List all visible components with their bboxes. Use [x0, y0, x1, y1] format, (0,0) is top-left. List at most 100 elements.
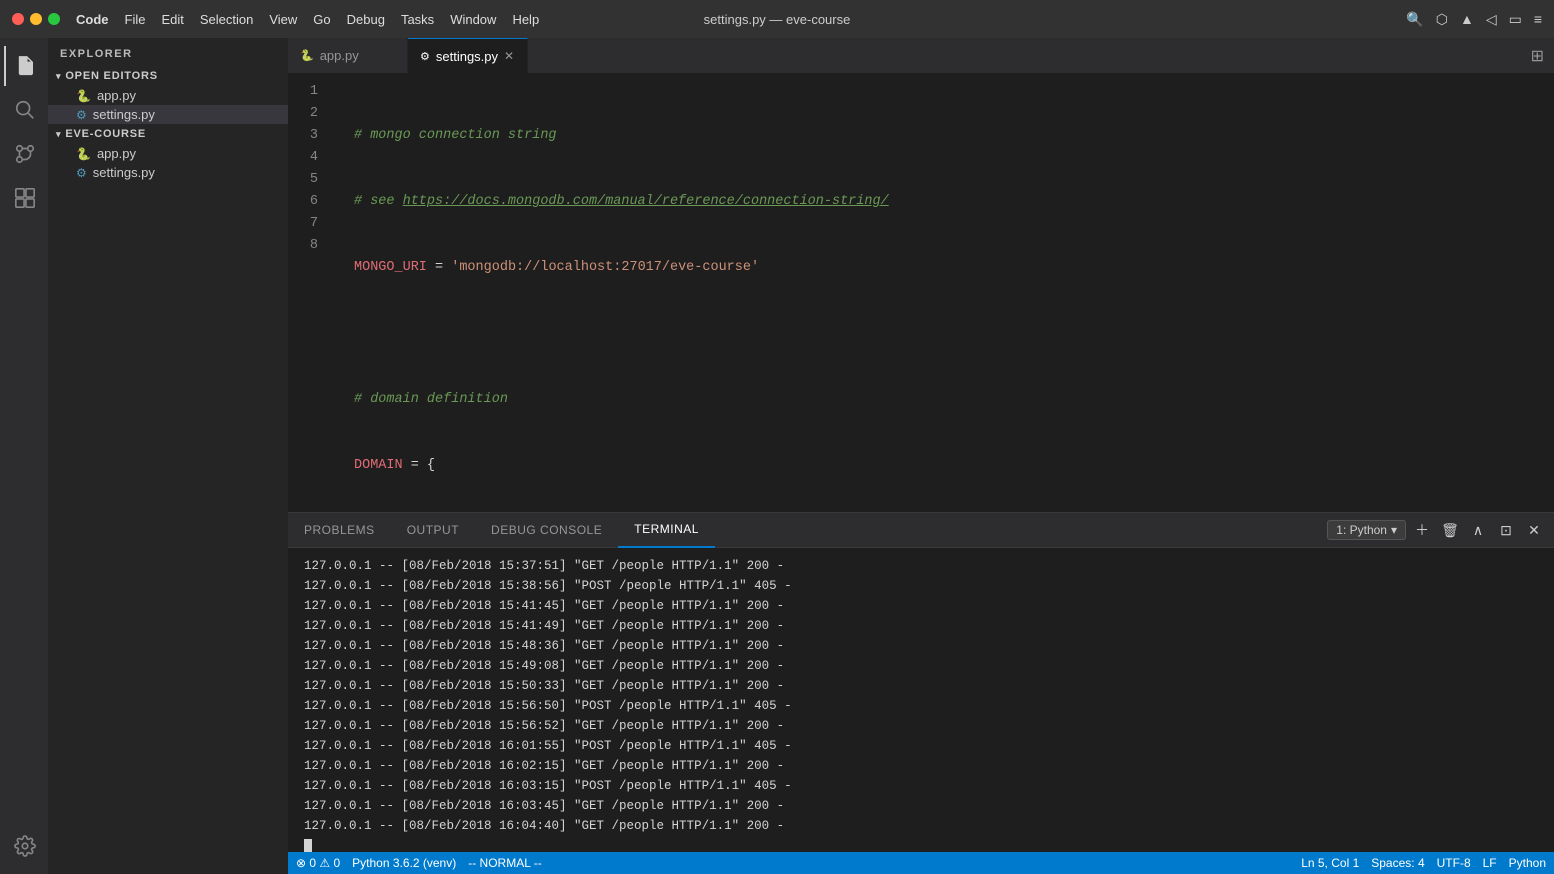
open-editors-label: OPEN EDITORS	[65, 70, 158, 82]
settings-activity-icon[interactable]	[4, 826, 44, 866]
menu-debug[interactable]: Debug	[347, 12, 385, 27]
menu-help[interactable]: Help	[512, 12, 539, 27]
status-vim-mode: -- NORMAL --	[468, 856, 542, 870]
eve-course-app-py[interactable]: 🐍 app.py	[48, 144, 288, 163]
sidebar-header: EXPLORER	[48, 38, 288, 66]
py-file-icon-2: 🐍	[76, 147, 91, 161]
terminal-line-13: 127.0.0.1 -- [08/Feb/2018 16:03:45] "GET…	[304, 796, 1538, 816]
menu-window[interactable]: Window	[450, 12, 496, 27]
menu-icon[interactable]: ≡	[1534, 11, 1542, 27]
wifi-icon: ▲	[1460, 11, 1474, 27]
panel-tab-terminal[interactable]: TERMINAL	[618, 513, 715, 548]
tab-app-py-label: app.py	[320, 48, 359, 63]
tab-app-py[interactable]: 🐍 app.py	[288, 38, 408, 73]
search-icon[interactable]: 🔍	[1406, 11, 1423, 28]
expand-panel-button[interactable]: ∧	[1466, 518, 1490, 542]
main-layout: EXPLORER ▾ OPEN EDITORS 🐍 app.py ⚙ setti…	[0, 38, 1554, 874]
terminal-line-12: 127.0.0.1 -- [08/Feb/2018 16:03:15] "POS…	[304, 776, 1538, 796]
settings-file-icon: ⚙	[76, 108, 87, 122]
editor-content[interactable]: 1 2 3 4 5 6 7 8 # mongo connection strin…	[288, 73, 1554, 512]
window-title: settings.py — eve-course	[704, 12, 851, 27]
split-editor-button[interactable]: ⊞	[1521, 38, 1554, 73]
open-editor-app-py-label: app.py	[97, 88, 136, 103]
trash-terminal-button[interactable]: 🗑	[1438, 518, 1462, 542]
bluetooth-icon: ⬡	[1436, 11, 1448, 28]
status-encoding[interactable]: UTF-8	[1437, 856, 1471, 870]
menu-go[interactable]: Go	[313, 12, 330, 27]
terminal-prompt	[304, 836, 1538, 852]
close-settings-tab[interactable]: ✕	[504, 49, 514, 63]
terminal-line-2: 127.0.0.1 -- [08/Feb/2018 15:38:56] "POS…	[304, 576, 1538, 596]
terminal-line-11: 127.0.0.1 -- [08/Feb/2018 16:02:15] "GET…	[304, 756, 1538, 776]
open-editor-settings-py-label: settings.py	[93, 107, 155, 122]
terminal-line-6: 127.0.0.1 -- [08/Feb/2018 15:49:08] "GET…	[304, 656, 1538, 676]
line-num-8: 8	[288, 235, 338, 257]
status-line-endings[interactable]: LF	[1483, 856, 1497, 870]
status-python-version[interactable]: Python 3.6.2 (venv)	[352, 856, 456, 870]
terminal-content[interactable]: 127.0.0.1 -- [08/Feb/2018 15:37:51] "GET…	[288, 548, 1554, 852]
eve-course-arrow: ▾	[56, 129, 61, 140]
titlebar: Code File Edit Selection View Go Debug T…	[0, 0, 1554, 38]
line-numbers: 1 2 3 4 5 6 7 8	[288, 73, 338, 512]
code-line-2: # see https://docs.mongodb.com/manual/re…	[354, 191, 1554, 213]
eve-course-settings-py[interactable]: ⚙ settings.py	[48, 163, 288, 182]
eve-course-label: EVE-COURSE	[65, 128, 146, 140]
panel-tab-problems[interactable]: PROBLEMS	[288, 513, 391, 548]
terminal-selector-label: 1: Python	[1336, 523, 1387, 537]
panel-tab-bar: PROBLEMS OUTPUT DEBUG CONSOLE TERMINAL 1…	[288, 513, 1554, 548]
menu-selection[interactable]: Selection	[200, 12, 253, 27]
menu-code[interactable]: Code	[76, 12, 109, 27]
status-language[interactable]: Python	[1509, 856, 1546, 870]
terminal-line-7: 127.0.0.1 -- [08/Feb/2018 15:50:33] "GET…	[304, 676, 1538, 696]
menu-file[interactable]: File	[125, 12, 146, 27]
tab-settings-py[interactable]: ⚙ settings.py ✕	[408, 38, 528, 73]
status-bar: ⊗ 0 ⚠ 0 Python 3.6.2 (venv) -- NORMAL --…	[288, 852, 1554, 874]
menu-edit[interactable]: Edit	[161, 12, 183, 27]
split-panel-button[interactable]: ⊡	[1494, 518, 1518, 542]
line-num-2: 2	[288, 103, 338, 125]
menu-tasks[interactable]: Tasks	[401, 12, 434, 27]
terminal-line-14: 127.0.0.1 -- [08/Feb/2018 16:04:40] "GET…	[304, 816, 1538, 836]
open-editor-app-py[interactable]: 🐍 app.py	[48, 86, 288, 105]
open-editors-section[interactable]: ▾ OPEN EDITORS	[48, 66, 288, 86]
menu-view[interactable]: View	[269, 12, 297, 27]
eve-course-section[interactable]: ▾ EVE-COURSE	[48, 124, 288, 144]
line-num-6: 6	[288, 191, 338, 213]
source-control-icon[interactable]	[4, 134, 44, 174]
tab-bar: 🐍 app.py ⚙ settings.py ✕ ⊞	[288, 38, 1554, 73]
maximize-button[interactable]	[48, 13, 60, 25]
line-num-3: 3	[288, 125, 338, 147]
line-num-1: 1	[288, 81, 338, 103]
extensions-icon[interactable]	[4, 178, 44, 218]
minimize-button[interactable]	[30, 13, 42, 25]
code-editor[interactable]: # mongo connection string # see https://…	[338, 73, 1554, 512]
volume-icon: ◁	[1486, 11, 1497, 28]
titlebar-left: Code File Edit Selection View Go Debug T…	[12, 12, 539, 27]
sidebar: EXPLORER ▾ OPEN EDITORS 🐍 app.py ⚙ setti…	[48, 38, 288, 874]
traffic-lights	[12, 13, 60, 25]
status-left: ⊗ 0 ⚠ 0 Python 3.6.2 (venv) -- NORMAL --	[296, 856, 542, 870]
add-terminal-button[interactable]: ＋	[1410, 518, 1434, 542]
search-activity-icon[interactable]	[4, 90, 44, 130]
status-cursor-position[interactable]: Ln 5, Col 1	[1301, 856, 1359, 870]
explorer-icon[interactable]	[4, 46, 44, 86]
close-button[interactable]	[12, 13, 24, 25]
status-right: Ln 5, Col 1 Spaces: 4 UTF-8 LF Python	[1301, 856, 1546, 870]
terminal-line-5: 127.0.0.1 -- [08/Feb/2018 15:48:36] "GET…	[304, 636, 1538, 656]
terminal-selector[interactable]: 1: Python ▾	[1327, 520, 1406, 540]
code-line-1: # mongo connection string	[354, 125, 1554, 147]
code-line-6: DOMAIN = {	[354, 455, 1554, 477]
eve-course-settings-py-label: settings.py	[93, 165, 155, 180]
close-panel-button[interactable]: ✕	[1522, 518, 1546, 542]
panel-tab-debug-console[interactable]: DEBUG CONSOLE	[475, 513, 618, 548]
status-errors[interactable]: ⊗ 0 ⚠ 0	[296, 856, 340, 870]
app-py-tab-icon: 🐍	[300, 49, 314, 62]
open-editor-settings-py[interactable]: ⚙ settings.py	[48, 105, 288, 124]
terminal-line-8: 127.0.0.1 -- [08/Feb/2018 15:56:50] "POS…	[304, 696, 1538, 716]
status-spaces[interactable]: Spaces: 4	[1371, 856, 1424, 870]
panel-tab-output[interactable]: OUTPUT	[391, 513, 475, 548]
panel: PROBLEMS OUTPUT DEBUG CONSOLE TERMINAL 1…	[288, 512, 1554, 852]
terminal-line-3: 127.0.0.1 -- [08/Feb/2018 15:41:45] "GET…	[304, 596, 1538, 616]
panel-toolbar: 1: Python ▾ ＋ 🗑 ∧ ⊡ ✕	[1319, 518, 1554, 542]
line-num-5: 5	[288, 169, 338, 191]
